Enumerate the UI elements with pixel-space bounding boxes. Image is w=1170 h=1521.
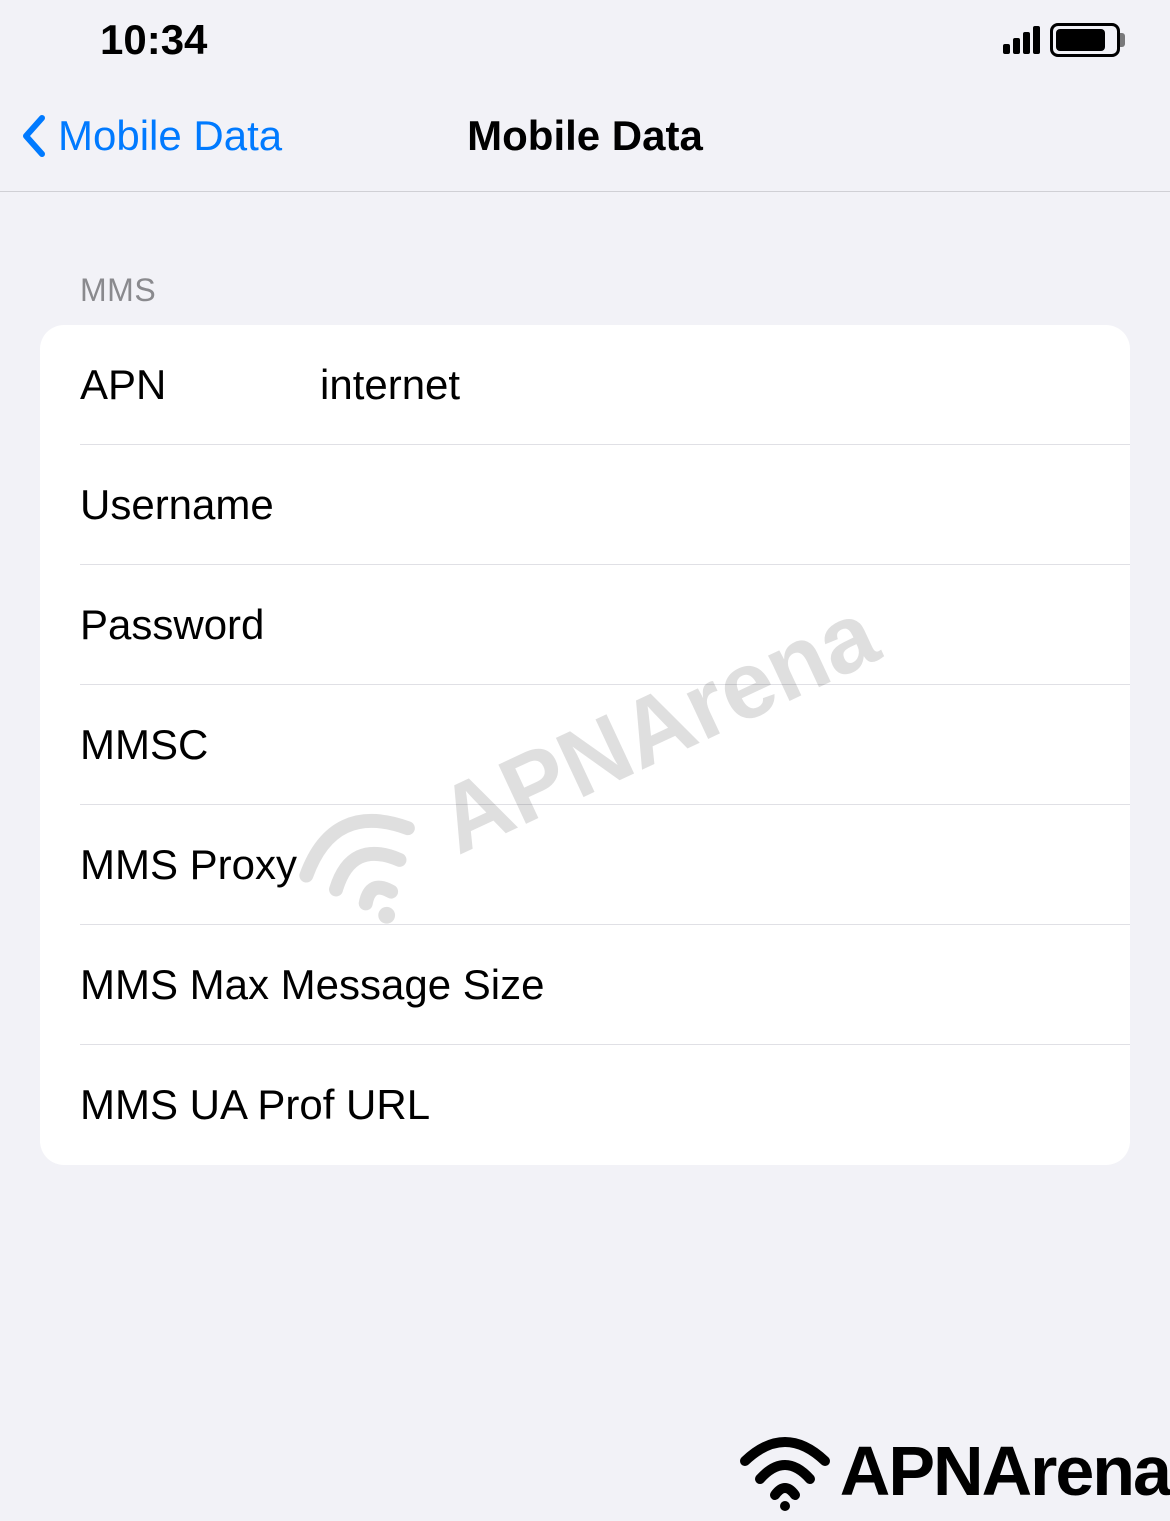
settings-row-password[interactable]: Password [40,565,1130,685]
status-bar: 10:34 [0,0,1170,80]
status-time: 10:34 [100,16,207,64]
row-label-username: Username [80,481,320,529]
content-area: MMS APN Username Password MMSC MMS Proxy [0,192,1170,1165]
settings-row-username[interactable]: Username [40,445,1130,565]
mms-proxy-input[interactable] [320,841,1090,889]
back-button[interactable]: Mobile Data [20,112,282,160]
settings-row-apn[interactable]: APN [40,325,1130,445]
row-label-apn: APN [80,361,320,409]
row-label-mms-ua-prof: MMS UA Prof URL [80,1081,430,1129]
settings-group-mms: APN Username Password MMSC MMS Proxy MMS… [40,325,1130,1165]
mms-max-size-input[interactable] [544,961,1090,1009]
settings-row-mmsc[interactable]: MMSC [40,685,1130,805]
mmsc-input[interactable] [320,721,1090,769]
row-label-mms-proxy: MMS Proxy [80,841,320,889]
row-label-mmsc: MMSC [80,721,320,769]
row-label-password: Password [80,601,320,649]
username-input[interactable] [320,481,1090,529]
chevron-left-icon [20,114,50,158]
navigation-bar: Mobile Data Mobile Data [0,80,1170,192]
back-button-label: Mobile Data [58,112,282,160]
watermark-bottom: APNArena [735,1431,1170,1511]
mms-ua-prof-input[interactable] [430,1081,1090,1129]
settings-row-mms-ua-prof[interactable]: MMS UA Prof URL [40,1045,1130,1165]
page-title: Mobile Data [467,112,703,160]
watermark-bottom-text: APNArena [840,1431,1170,1511]
apn-input[interactable] [320,361,1090,409]
battery-icon [1050,23,1120,57]
wifi-icon [735,1431,835,1511]
row-label-mms-max-size: MMS Max Message Size [80,961,544,1009]
password-input[interactable] [320,601,1090,649]
cellular-signal-icon [1003,26,1040,54]
settings-row-mms-proxy[interactable]: MMS Proxy [40,805,1130,925]
settings-row-mms-max-size[interactable]: MMS Max Message Size [40,925,1130,1045]
section-header-mms: MMS [40,272,1130,325]
status-indicators [1003,23,1120,57]
